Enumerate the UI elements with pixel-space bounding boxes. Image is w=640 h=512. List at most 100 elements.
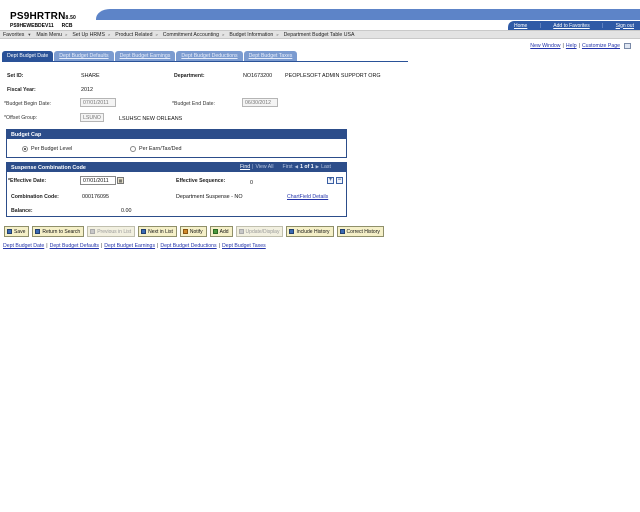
delete-row-icon[interactable]: − [336, 177, 343, 184]
row-count: 1 of 1 [300, 164, 314, 170]
previous-icon [90, 229, 96, 234]
add-button[interactable]: Add [209, 226, 233, 237]
view-all-link: View All [255, 164, 274, 170]
menu-favorites[interactable]: Favorites [3, 32, 24, 38]
bottom-link-dept-budget-date[interactable]: Dept Budget Date [3, 243, 44, 249]
new-window-link[interactable]: New Window [530, 43, 560, 49]
update-display-icon [238, 229, 244, 234]
combination-code-value: 000176095 [82, 194, 109, 200]
end-date-field: 06/30/2012 [242, 98, 278, 107]
chevron-right-icon: > [107, 32, 111, 37]
save-button[interactable]: Save [4, 226, 30, 237]
customize-page-link[interactable]: Customize Page [582, 43, 620, 49]
previous-in-list-button: Previous in List [87, 226, 136, 237]
tab-dept-budget-taxes[interactable]: Dept Budget Taxes [243, 51, 298, 61]
tab-dept-budget-deductions[interactable]: Dept Budget Deductions [176, 51, 243, 61]
menu-product-related[interactable]: Product Related [115, 32, 152, 38]
notify-button[interactable]: Notify [179, 226, 207, 237]
effective-date-input[interactable]: 07/01/2011 [80, 176, 116, 185]
radio-unselected-icon[interactable] [130, 146, 136, 152]
next-arrow-icon: ▶ [315, 164, 320, 169]
radio-selected-icon[interactable] [22, 146, 28, 152]
bottom-link-dept-budget-earnings[interactable]: Dept Budget Earnings [104, 243, 155, 249]
menu-main-menu[interactable]: Main Menu [36, 32, 62, 38]
page-tabs: Dept Budget Date Dept Budget Defaults De… [2, 51, 298, 61]
universal-nav: Home | Add to Favorites | Sign out [508, 21, 640, 30]
add-row-icon[interactable]: + [327, 177, 334, 184]
balance-value: 0.00 [121, 208, 132, 214]
include-history-button[interactable]: Include History [286, 226, 334, 237]
offset-group-field: LSUNO [80, 113, 104, 122]
add-to-favorites-link[interactable]: Add to Favorites [553, 23, 589, 29]
menu-set-up-hrms[interactable]: Set Up HRMS [72, 32, 105, 38]
fiscal-year-value: 2012 [81, 87, 93, 93]
user-id: RCB [61, 23, 73, 29]
balance-label: Balance: [11, 208, 33, 214]
fiscal-year-label: Fiscal Year: [7, 87, 36, 93]
budget-cap-group: Budget Cap [6, 129, 347, 158]
budget-cap-title: Budget Cap [7, 130, 346, 139]
tab-dept-budget-date[interactable]: Dept Budget Date [2, 51, 54, 61]
page-help-icon[interactable] [624, 43, 631, 49]
tab-dept-budget-earnings[interactable]: Dept Budget Earnings [114, 51, 176, 61]
find-link[interactable]: Find [240, 164, 250, 170]
bottom-page-links: Dept Budget Date | Dept Budget Defaults … [3, 243, 266, 249]
combination-code-label: Combination Code: [11, 194, 59, 200]
suspense-combination-group: Suspense Combination Code [6, 162, 347, 217]
correct-history-button[interactable]: Correct History [336, 226, 384, 237]
tab-underline [2, 61, 408, 62]
chevron-right-icon: > [276, 32, 279, 37]
last-link: Last [321, 164, 331, 170]
calendar-icon[interactable]: ▦ [117, 177, 124, 184]
page-utility-links: New Window | Help | Customize Page [530, 43, 631, 49]
server-info: PS9HEWEBDEV11 RCB [10, 23, 73, 29]
chevron-right-icon: > [222, 32, 225, 37]
correct-history-icon [339, 229, 345, 234]
department-code: NO1673200 [243, 73, 273, 79]
menu-department-budget-table[interactable]: Department Budget Table USA [284, 32, 355, 38]
chevron-right-icon: > [155, 32, 158, 37]
tools-version: 8.50 [65, 15, 77, 21]
setid-label: Set ID: [7, 73, 24, 79]
next-in-list-button[interactable]: Next in List [138, 226, 177, 237]
breadcrumb: Favorites ▼ Main Menu > Set Up HRMS > Produ… [0, 30, 640, 39]
setid-value: SHARE [81, 73, 100, 79]
bottom-link-dept-budget-defaults[interactable]: Dept Budget Defaults [50, 243, 99, 249]
offset-group-description: LSUHSC NEW ORLEANS [119, 116, 183, 122]
chartfield-details-link[interactable]: ChartField Details [287, 194, 328, 200]
save-icon [7, 229, 12, 234]
add-icon [212, 229, 218, 234]
return-icon [35, 229, 41, 234]
radio-per-earn-tax-ded[interactable]: Per Earn/Tax/Ded [130, 146, 182, 152]
update-display-button: Update/Display [235, 226, 284, 237]
effective-sequence-label: Effective Sequence: [176, 178, 226, 184]
tab-dept-budget-defaults[interactable]: Dept Budget Defaults [54, 51, 114, 61]
chevron-down-icon: ▼ [27, 32, 32, 37]
first-link: First [282, 164, 293, 170]
scroll-navigation: Find | View All First ◀ 1 of 1 ▶ Last [240, 164, 331, 170]
notify-icon [182, 229, 188, 234]
header-banner [96, 9, 640, 20]
department-description: PEOPLESOFT ADMIN SUPPORT ORG [285, 73, 381, 79]
help-link[interactable]: Help [566, 43, 577, 49]
include-history-icon [289, 229, 295, 234]
sign-out-link[interactable]: Sign out [616, 23, 634, 29]
database-name: PS9HRTRN8.50 [10, 11, 77, 22]
page-toolbar: Save Return to Search Previous in List N… [4, 226, 387, 237]
previous-arrow-icon: ◀ [294, 164, 299, 169]
begin-date-field: 07/01/2011 [80, 98, 116, 107]
return-to-search-button[interactable]: Return to Search [32, 226, 85, 237]
header: PS9HRTRN8.50 PS9HEWEBDEV11 RCB Home | Add… [0, 0, 640, 31]
bottom-link-dept-budget-deductions[interactable]: Dept Budget Deductions [160, 243, 216, 249]
department-label: Department: [174, 73, 205, 79]
menu-commitment-accounting[interactable]: Commitment Accounting [163, 32, 219, 38]
radio-per-budget-level[interactable]: Per Budget Level [22, 146, 72, 152]
bottom-link-dept-budget-taxes[interactable]: Dept Budget Taxes [222, 243, 266, 249]
menu-budget-information[interactable]: Budget Information [229, 32, 273, 38]
end-date-label: Budget End Date: [172, 101, 215, 107]
next-icon [141, 229, 147, 234]
effective-sequence-value: 0 [250, 180, 253, 186]
offset-group-label: Offset Group: [4, 115, 37, 121]
home-link[interactable]: Home [514, 23, 527, 29]
effective-date-label: Effective Date: [8, 178, 46, 184]
